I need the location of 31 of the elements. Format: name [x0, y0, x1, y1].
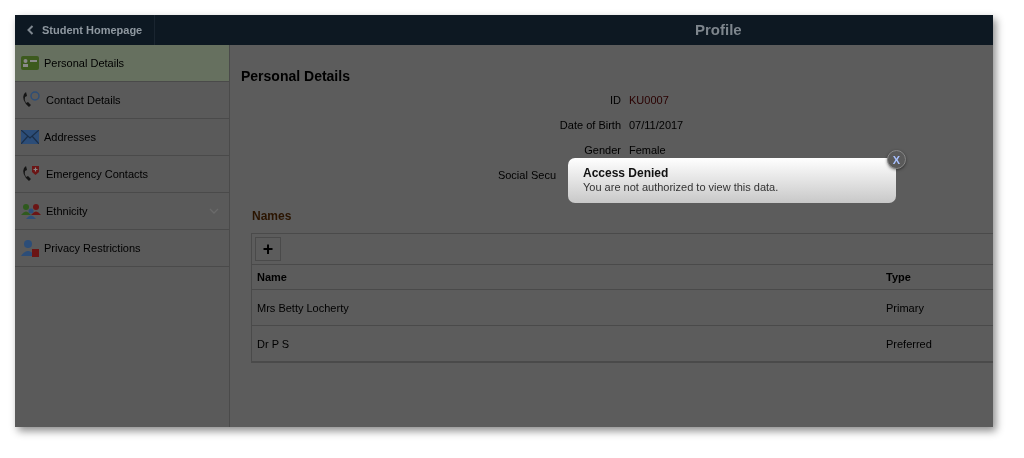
- close-button[interactable]: X: [887, 150, 906, 169]
- field-value: Female: [629, 144, 666, 158]
- sidebar-item[interactable]: Emergency Contacts: [15, 156, 229, 193]
- field-label: Gender: [583, 144, 621, 158]
- phone-medical-icon: [21, 165, 41, 183]
- add-button[interactable]: +: [255, 237, 281, 261]
- field-value: KU0007: [629, 94, 669, 108]
- table-cell-text: Dr P S: [257, 337, 291, 350]
- table-cell-text: Primary: [886, 301, 925, 314]
- table-cell-text: Preferred: [886, 337, 933, 350]
- sidebar-item[interactable]: Contact Details: [15, 82, 229, 119]
- field-label: ID: [609, 94, 621, 108]
- section-heading: Personal Details: [241, 68, 351, 84]
- popup-message: You are not authorized to view this data.: [583, 181, 780, 193]
- back-chevron-icon: [27, 25, 34, 35]
- table-cell-text: Mrs Betty Locherty: [257, 301, 350, 314]
- page-title: Profile: [695, 21, 742, 38]
- field-label: Social Secu: [496, 169, 556, 183]
- sidebar-item[interactable]: Privacy Restrictions: [15, 230, 229, 267]
- column-header: Name: [257, 271, 288, 283]
- people-icon: [21, 203, 41, 219]
- column-header: Type: [886, 271, 912, 283]
- sidebar-item[interactable]: Ethnicity: [15, 193, 229, 230]
- popup-title: Access Denied: [583, 166, 670, 180]
- field-value: 07/11/2017: [629, 119, 684, 133]
- names-heading: Names: [252, 209, 293, 223]
- field-label: Date of Birth: [558, 119, 621, 133]
- envelope-icon: [21, 130, 39, 144]
- sidebar-item[interactable]: Personal Details: [15, 45, 229, 82]
- sidebar-item[interactable]: Addresses: [15, 119, 229, 156]
- id-card-icon: [21, 56, 39, 70]
